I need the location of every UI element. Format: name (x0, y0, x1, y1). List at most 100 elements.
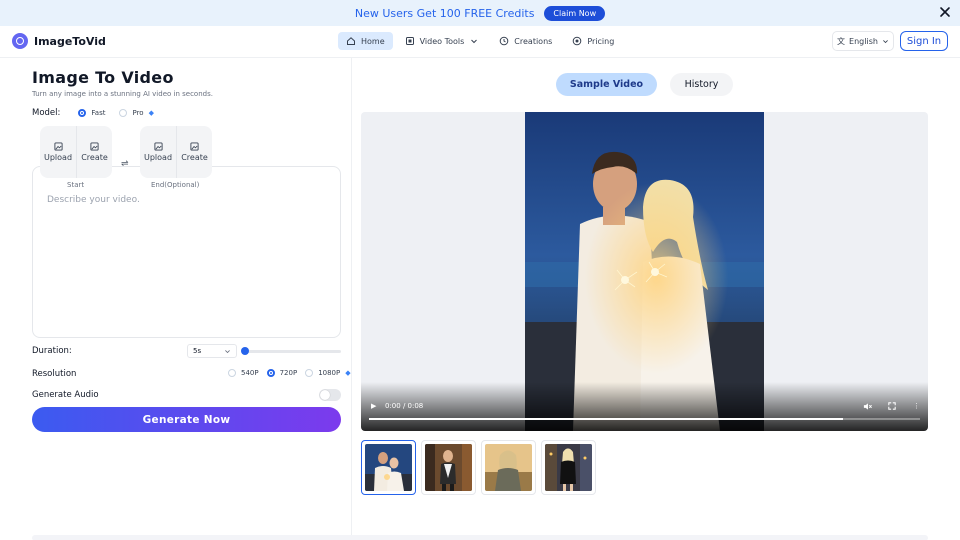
resolution-720p[interactable]: 720P (266, 369, 298, 377)
sample-thumbnails (361, 440, 596, 495)
preview-tabs: Sample Video History (556, 73, 733, 96)
model-label: Model: (32, 108, 61, 118)
thumbnail-image (365, 444, 412, 491)
video-time: 0:00 / 0:08 (385, 402, 424, 410)
nav-creations-label: Creations (514, 36, 553, 46)
clock-icon (499, 36, 509, 46)
brand-logo[interactable]: ImageToVid (12, 33, 106, 49)
resolution-720p-label: 720P (279, 369, 298, 377)
duration-label: Duration: (32, 346, 72, 356)
thumbnail-image (485, 444, 532, 491)
resolution-540p-label: 540P (241, 369, 259, 377)
end-upload-label: Upload (143, 153, 173, 162)
start-create-button[interactable]: Create (76, 126, 112, 178)
duration-select[interactable]: 5s (187, 344, 237, 358)
nav-pricing-label: Pricing (587, 36, 615, 46)
image-create-icon (90, 142, 99, 151)
video-tools-icon (405, 37, 414, 45)
start-create-label: Create (81, 153, 108, 162)
duration-slider[interactable] (241, 347, 341, 355)
image-upload-icon (53, 142, 63, 151)
start-upload-button[interactable]: Upload (40, 126, 76, 178)
page-subtitle: Turn any image into a stunning AI video … (32, 90, 213, 98)
slider-handle[interactable] (241, 347, 249, 355)
nav-home[interactable]: Home (338, 32, 393, 50)
image-upload-icon (153, 142, 163, 151)
video-progress-bar[interactable] (369, 418, 920, 420)
promo-banner: New Users Get 100 FREE Credits Claim Now (0, 0, 960, 26)
close-icon[interactable] (938, 5, 952, 19)
home-icon (347, 37, 355, 45)
start-caption: Start (67, 181, 85, 189)
audio-toggle[interactable] (319, 389, 341, 401)
resolution-540p[interactable]: 540P (228, 369, 259, 377)
thumbnail-woman-city-street[interactable] (421, 440, 476, 495)
resolution-options: 540P 720P 1080P ◆ (228, 369, 351, 377)
radio-pro[interactable] (119, 109, 128, 117)
video-player[interactable]: ▶ 0:00 / 0:08 ⋮ (361, 112, 928, 431)
pricing-icon (573, 36, 582, 46)
video-progress-fill (369, 418, 843, 420)
nav-video-tools[interactable]: Video Tools (397, 32, 488, 50)
page-title: Image To Video (32, 68, 174, 87)
resolution-1080p[interactable]: 1080P ◆ (305, 369, 351, 377)
model-row: Model: Fast Pro ◆ (32, 108, 154, 118)
end-upload-button[interactable]: Upload (140, 126, 176, 178)
promo-text: New Users Get 100 FREE Credits (354, 6, 535, 20)
model-option-pro[interactable]: Pro ◆ (119, 109, 154, 117)
top-nav: ImageToVid Home Video Tools Creations Pr… (0, 26, 960, 58)
nav-video-tools-label: Video Tools (419, 36, 465, 46)
prompt-box[interactable]: Describe your video. (32, 166, 341, 338)
resolution-label: Resolution (32, 369, 77, 379)
generate-now-button[interactable]: Generate Now (32, 407, 341, 432)
thumbnail-couple-sparklers[interactable] (361, 440, 416, 495)
nav-home-label: Home (361, 36, 385, 46)
play-icon[interactable]: ▶ (371, 402, 376, 410)
end-frame-group: Upload Create (140, 126, 212, 178)
section-divider (32, 535, 928, 540)
audio-label: Generate Audio (32, 390, 99, 400)
brand-name: ImageToVid (34, 34, 106, 48)
mute-icon[interactable] (863, 402, 872, 413)
radio-fast[interactable] (78, 109, 87, 117)
tab-history[interactable]: History (670, 73, 733, 96)
chevron-down-icon (883, 39, 888, 43)
tab-sample-video[interactable]: Sample Video (556, 73, 657, 96)
end-create-button[interactable]: Create (176, 126, 212, 178)
nav-creations[interactable]: Creations (491, 32, 560, 50)
diamond-icon: ◆ (345, 369, 351, 377)
thumbnail-woman-black-dress-city[interactable] (541, 440, 596, 495)
resolution-1080p-label: 1080P (318, 369, 341, 377)
radio-1080p[interactable] (305, 369, 314, 377)
generator-panel: Image To Video Turn any image into a stu… (0, 58, 352, 540)
thumbnail-woman-sunset-field[interactable] (481, 440, 536, 495)
sign-in-button[interactable]: Sign In (900, 31, 948, 51)
logo-icon (12, 33, 28, 49)
more-options-icon[interactable]: ⋮ (913, 402, 920, 410)
language-label: English (849, 36, 878, 46)
translate-icon: 文 (837, 36, 846, 46)
toggle-knob (320, 390, 330, 400)
radio-540p[interactable] (228, 369, 236, 377)
end-caption: End(Optional) (151, 181, 200, 189)
radio-720p[interactable] (266, 369, 275, 377)
thumbnail-image (545, 444, 592, 491)
chevron-down-icon (225, 349, 230, 353)
start-frame-group: Upload Create (40, 126, 112, 178)
model-option-fast[interactable]: Fast (78, 109, 105, 117)
start-upload-label: Upload (43, 153, 73, 162)
model-option-pro-label: Pro (132, 109, 144, 117)
nav-links: Home Video Tools Creations Pricing (338, 32, 622, 50)
video-controls-bar (361, 382, 928, 431)
end-create-label: Create (181, 153, 208, 162)
language-selector[interactable]: 文 English (832, 31, 894, 51)
fullscreen-icon[interactable] (888, 402, 896, 412)
nav-pricing[interactable]: Pricing (564, 32, 622, 50)
swap-icon[interactable]: ⇌ (121, 159, 129, 169)
duration-value: 5s (193, 347, 202, 355)
chevron-down-icon (471, 39, 478, 44)
claim-now-button[interactable]: Claim Now (544, 5, 606, 21)
model-option-fast-label: Fast (91, 109, 106, 117)
thumbnail-image (425, 444, 472, 491)
image-create-icon (190, 142, 199, 151)
